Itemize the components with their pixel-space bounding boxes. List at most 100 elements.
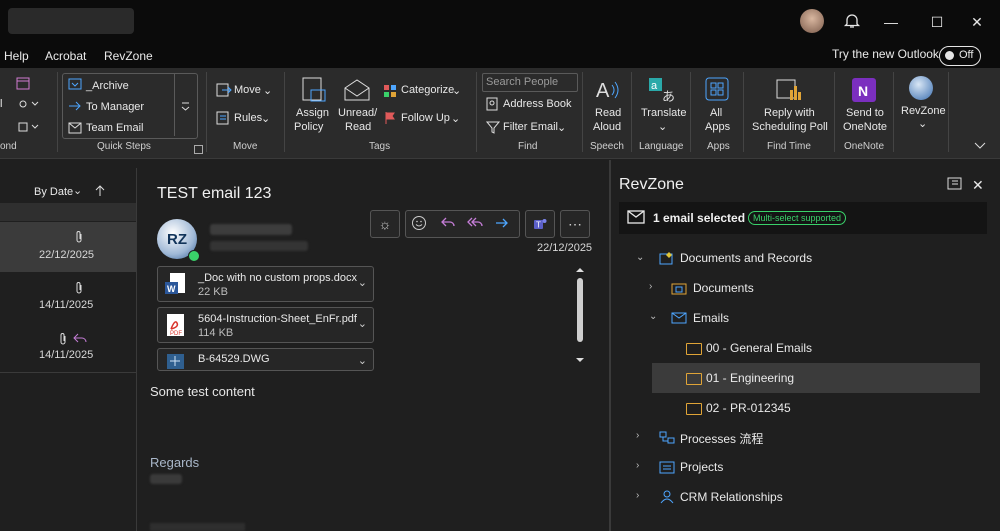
list-item-date: 22/12/2025	[39, 249, 95, 261]
assign-policy-icon	[301, 76, 327, 107]
folder-icon	[686, 373, 702, 385]
tree-item-documents[interactable]: Documents	[693, 281, 754, 295]
close-window-button[interactable]: ✕	[954, 0, 1000, 44]
more-options-icon[interactable]: ⋯	[560, 210, 590, 238]
arrow-right-icon	[68, 100, 82, 115]
read-aloud-button[interactable]: Read	[595, 107, 621, 119]
svg-text:a: a	[651, 80, 658, 92]
translate-button[interactable]: Translate	[641, 107, 686, 119]
quickstep-to-manager[interactable]: To Manager	[86, 101, 144, 113]
chevron-down-icon[interactable]: ⌄	[358, 317, 367, 330]
chevron-right-icon[interactable]: ›	[636, 460, 639, 471]
unread-read-button[interactable]: Unread/	[338, 107, 377, 119]
svg-text:PDF: PDF	[170, 331, 182, 337]
unread-read-label2: Read	[345, 121, 372, 133]
forward-icon[interactable]	[494, 215, 510, 234]
chevron-right-icon[interactable]: ›	[649, 281, 652, 292]
tree-item-pr-012345[interactable]: 02 - PR-012345	[706, 401, 791, 415]
people-dropdown-icon[interactable]	[18, 98, 42, 113]
paperclip-icon	[74, 230, 84, 247]
attachment-name: B-64529.DWG	[198, 353, 270, 365]
attachment-dwg[interactable]: B-64529.DWG ⌄	[157, 348, 374, 371]
sort-direction-icon[interactable]	[95, 185, 105, 200]
quickstep-archive[interactable]: _Archive	[86, 80, 129, 92]
notification-bell-icon[interactable]	[843, 12, 861, 33]
tree-item-general-emails[interactable]: 00 - General Emails	[706, 341, 812, 355]
group-label-tags: Tags	[369, 141, 391, 152]
chevron-down-icon: ⌄	[261, 113, 271, 125]
teams-icon[interactable]: T	[525, 210, 555, 238]
sort-by-date-button[interactable]: By Date	[34, 186, 73, 198]
group-label-onenote: OneNote	[844, 141, 885, 152]
chevron-down-icon[interactable]: ⌄	[358, 354, 367, 367]
signature-line-blurred	[150, 523, 245, 531]
categorize-button[interactable]: Categorize	[401, 84, 454, 96]
search-people-input[interactable]: Search People	[482, 73, 578, 92]
attachment-size: 114 KB	[198, 327, 234, 339]
quickstep-team-email[interactable]: Team Email	[86, 122, 143, 134]
grid-dropdown-icon[interactable]	[18, 121, 42, 136]
ribbon-fragment-group: ond	[0, 141, 17, 152]
list-item[interactable]	[0, 272, 136, 322]
chevron-down-icon[interactable]: ⌄	[649, 311, 657, 322]
rules-button[interactable]: Rules	[234, 112, 262, 124]
attachments-scrollbar[interactable]	[572, 266, 588, 368]
all-apps-button[interactable]: All	[710, 107, 722, 119]
send-to-onenote-button[interactable]: Send to	[846, 107, 884, 119]
chevron-down-icon[interactable]: ⌄	[636, 252, 644, 263]
move-button[interactable]: Move	[234, 84, 261, 96]
popout-icon[interactable]	[947, 177, 963, 194]
svg-text:A: A	[596, 80, 610, 102]
group-label-move: Move	[233, 141, 258, 152]
try-new-outlook-label: Try the new Outlook	[832, 47, 939, 61]
emoji-icon[interactable]	[411, 215, 427, 234]
list-item[interactable]	[0, 222, 136, 272]
tree-item-engineering[interactable]: 01 - Engineering	[706, 371, 794, 385]
chevron-right-icon[interactable]: ›	[636, 430, 639, 441]
filter-email-button[interactable]: Filter Email	[503, 121, 558, 133]
multi-select-badge: Multi-select supported	[748, 211, 847, 225]
user-avatar[interactable]	[800, 9, 824, 33]
revzone-ribbon-button[interactable]: RevZone	[901, 105, 946, 117]
menu-acrobat[interactable]: Acrobat	[45, 49, 86, 63]
reply-icon[interactable]	[440, 215, 456, 234]
ribbon-fragment-text: l	[0, 98, 3, 110]
list-item[interactable]	[0, 322, 136, 372]
minimize-button[interactable]: —	[868, 0, 914, 44]
assign-policy-button[interactable]: Assign	[296, 107, 329, 119]
tree-item-processes[interactable]: Processes 流程	[680, 430, 763, 447]
ribbon-collapse-icon[interactable]	[974, 139, 986, 153]
reply-all-icon[interactable]	[466, 215, 484, 234]
menu-revzone[interactable]: RevZone	[104, 49, 153, 63]
tree-item-documents-and-records[interactable]: Documents and Records	[680, 251, 812, 265]
reply-scheduling-poll-button[interactable]: Reply with	[764, 107, 815, 119]
all-apps-icon	[705, 77, 729, 104]
chevron-right-icon[interactable]: ›	[636, 490, 639, 501]
sun-icon[interactable]: ☼	[370, 210, 400, 238]
tree-item-projects[interactable]: Projects	[680, 460, 723, 474]
close-pane-icon[interactable]: ✕	[972, 177, 984, 194]
group-label-language: Language	[639, 141, 684, 152]
toggle-knob	[945, 51, 954, 60]
group-label-find: Find	[518, 141, 538, 152]
menu-help[interactable]: Help	[4, 49, 29, 63]
follow-up-button[interactable]: Follow Up	[401, 112, 450, 124]
tree-item-emails[interactable]: Emails	[693, 311, 729, 325]
dialog-launcher-icon[interactable]	[194, 143, 203, 157]
envelope-icon	[627, 210, 645, 227]
crm-relationships-icon	[659, 490, 675, 507]
list-item-date: 14/11/2025	[39, 349, 94, 361]
address-book-button[interactable]: Address Book	[503, 98, 571, 110]
scheduling-poll-label2: Scheduling Poll	[752, 121, 828, 133]
quick-steps-expand-button[interactable]	[174, 74, 196, 136]
chevron-down-icon: ⌄	[658, 121, 668, 133]
attachment-pdf[interactable]: PDF 5604-Instruction-Sheet_EnFr.pdf 114 …	[157, 307, 374, 343]
calendar-icon[interactable]	[15, 75, 31, 94]
chevron-down-icon: ⌄	[73, 185, 83, 197]
tree-item-crm-relationships[interactable]: CRM Relationships	[680, 490, 783, 504]
group-label-quick-steps: Quick Steps	[97, 141, 151, 152]
svg-text:W: W	[167, 284, 176, 294]
attachment-docx[interactable]: W _Doc with no custom props.docx 22 KB ⌄	[157, 266, 374, 302]
chevron-down-icon[interactable]: ⌄	[358, 276, 367, 289]
list-item-date: 14/11/2025	[39, 299, 94, 311]
